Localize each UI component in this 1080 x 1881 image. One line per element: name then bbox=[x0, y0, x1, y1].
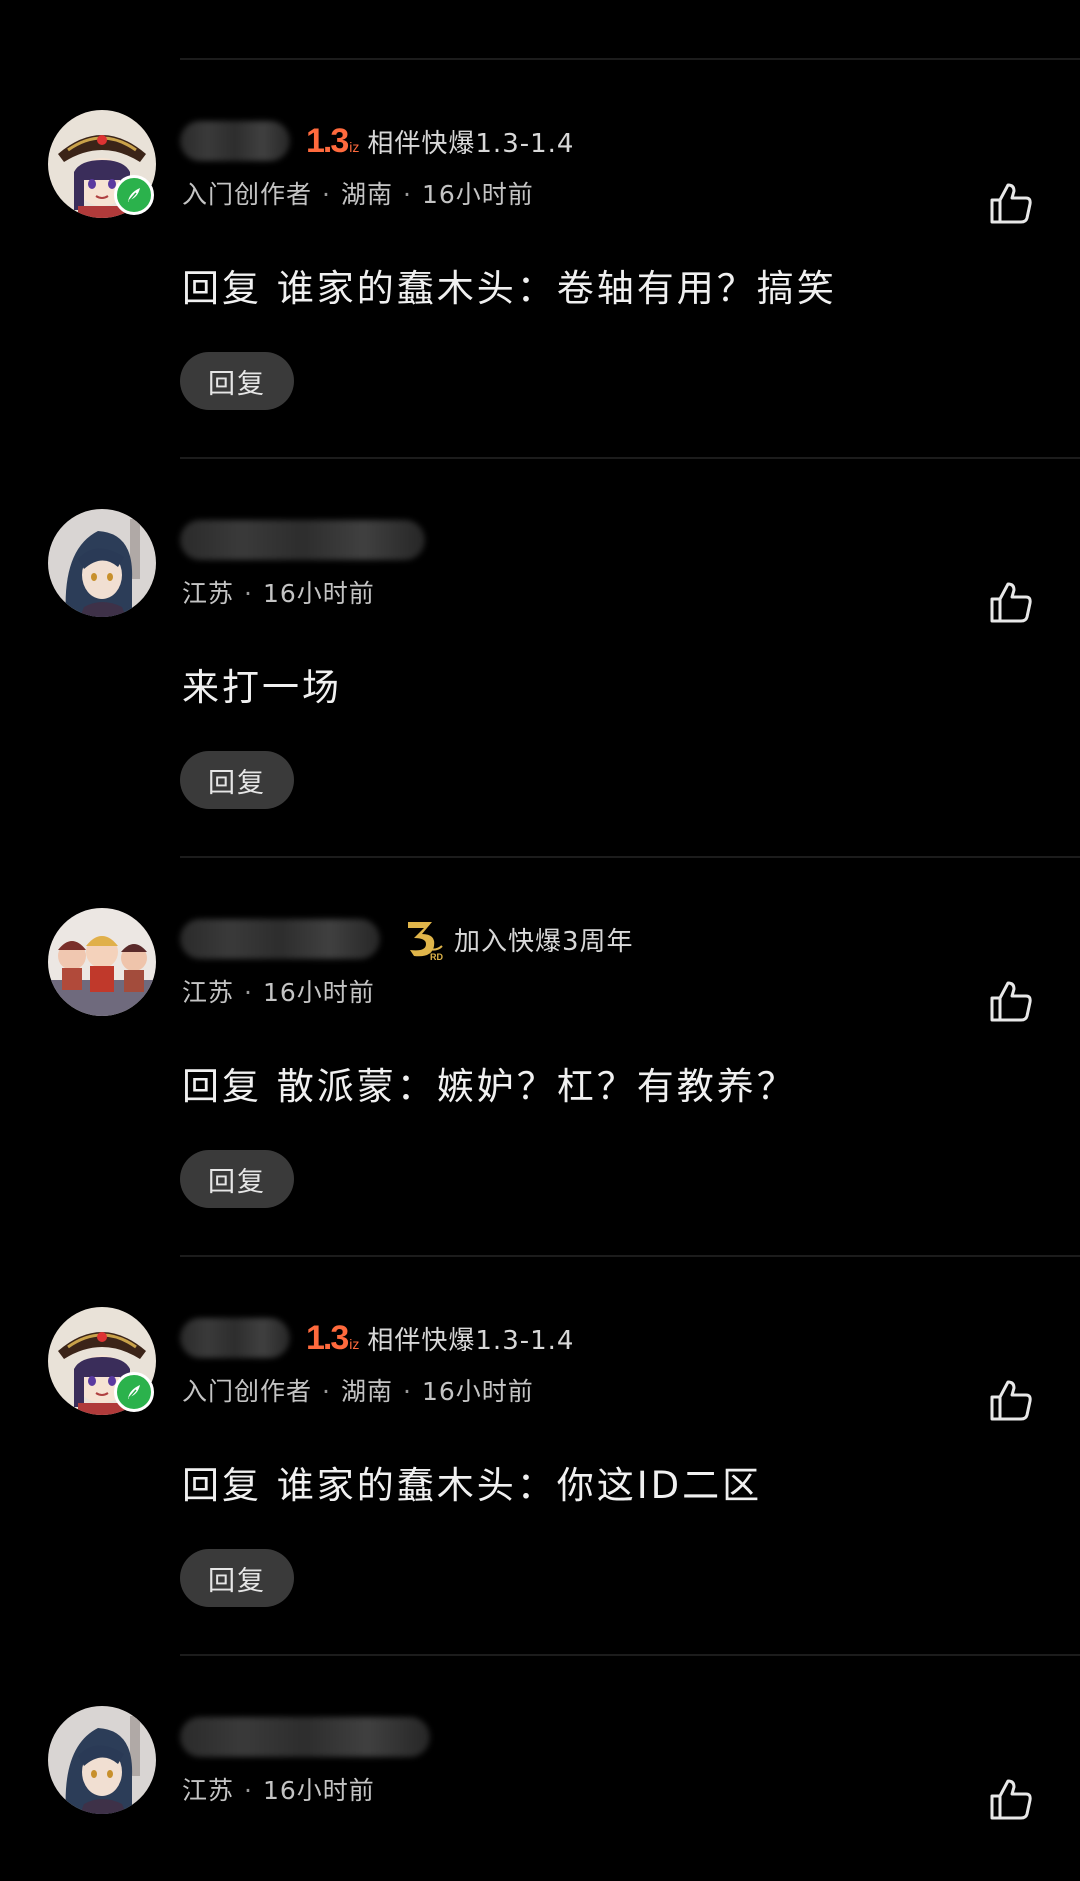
anime-blue-hair-avatar-icon bbox=[48, 1706, 156, 1814]
username-redacted[interactable] bbox=[180, 1318, 290, 1358]
location: 湖南 bbox=[340, 1377, 393, 1406]
comment-text: 回复 谁家的蠢木头：你这ID二区 bbox=[182, 1464, 763, 1507]
version-badge: 1.3 iz bbox=[306, 122, 359, 161]
avatar[interactable] bbox=[48, 1706, 156, 1814]
version-badge: 1.3 iz bbox=[306, 1319, 359, 1358]
username-redacted[interactable] bbox=[180, 520, 425, 560]
location: 江苏 bbox=[182, 579, 235, 608]
location: 江苏 bbox=[182, 978, 235, 1007]
comment-item: RD 加入快爆3周年 江苏 · 16小时前 回复 散派蒙：嫉妒？杠？有教养？ 回复 bbox=[0, 858, 1080, 1257]
timestamp: 16小时前 bbox=[262, 1776, 375, 1805]
version-badge-unit: iz bbox=[349, 1335, 360, 1352]
comment-item: 1.3 iz 相伴快爆1.3-1.4 入门创作者 · 湖南 · 16小时前 回复 谁家的… bbox=[0, 60, 1080, 459]
comment-text: 来打一场 bbox=[182, 666, 342, 709]
comment-item: 1.3 iz 相伴快爆1.3-1.4 入门创作者 · 湖南 · 16小时前 回复 谁家的… bbox=[0, 1257, 1080, 1656]
thumbs-up-icon[interactable] bbox=[988, 1377, 1034, 1423]
thumbs-up-icon[interactable] bbox=[988, 978, 1034, 1024]
timestamp: 16小时前 bbox=[421, 1377, 534, 1406]
svg-text:RD: RD bbox=[430, 952, 443, 962]
comment-meta: 江苏 · 16小时前 bbox=[182, 978, 375, 1007]
reply-button[interactable]: 回复 bbox=[180, 1549, 294, 1607]
reply-button[interactable]: 回复 bbox=[180, 751, 294, 809]
avatar[interactable] bbox=[48, 509, 156, 617]
thumbs-up-icon[interactable] bbox=[988, 579, 1034, 625]
figurines-avatar-icon bbox=[48, 908, 156, 1016]
comment-meta: 江苏 · 16小时前 bbox=[182, 1776, 375, 1805]
creator-role: 入门创作者 bbox=[182, 180, 313, 209]
badge-text: 相伴快爆1.3-1.4 bbox=[367, 1325, 575, 1356]
badge-text: 相伴快爆1.3-1.4 bbox=[367, 128, 575, 159]
version-badge-number: 1.3 bbox=[306, 121, 349, 160]
name-row: 1.3 iz 相伴快爆1.3-1.4 bbox=[180, 116, 574, 166]
avatar[interactable] bbox=[48, 908, 156, 1016]
username-redacted[interactable] bbox=[180, 919, 380, 959]
comment-meta: 江苏 · 16小时前 bbox=[182, 579, 375, 608]
comment-item: 江苏 · 16小时前 来打一场 回复 bbox=[0, 459, 1080, 858]
timestamp: 16小时前 bbox=[262, 978, 375, 1007]
comment-item: 江苏 · 16小时前 bbox=[0, 1656, 1080, 1881]
username-redacted[interactable] bbox=[180, 1717, 430, 1757]
location: 江苏 bbox=[182, 1776, 235, 1805]
name-row: RD 加入快爆3周年 bbox=[180, 914, 634, 964]
comment-text: 回复 散派蒙：嫉妒？杠？有教养？ bbox=[182, 1065, 797, 1108]
version-badge-unit: iz bbox=[349, 138, 360, 155]
anime-blue-hair-avatar-icon bbox=[48, 509, 156, 617]
reply-button[interactable]: 回复 bbox=[180, 1150, 294, 1208]
badge-text: 加入快爆3周年 bbox=[454, 926, 634, 957]
creator-badge-icon bbox=[114, 1372, 154, 1412]
comment-meta: 入门创作者 · 湖南 · 16小时前 bbox=[182, 1377, 534, 1406]
name-row bbox=[180, 1712, 442, 1762]
comment-text: 回复 谁家的蠢木头：卷轴有用？搞笑 bbox=[182, 267, 837, 310]
reply-button[interactable]: 回复 bbox=[180, 352, 294, 410]
name-row: 1.3 iz 相伴快爆1.3-1.4 bbox=[180, 1313, 574, 1363]
comment-meta: 入门创作者 · 湖南 · 16小时前 bbox=[182, 180, 534, 209]
creator-badge-icon bbox=[114, 175, 154, 215]
thumbs-up-icon[interactable] bbox=[988, 1776, 1034, 1822]
thumbs-up-icon[interactable] bbox=[988, 180, 1034, 226]
name-row bbox=[180, 515, 437, 565]
timestamp: 16小时前 bbox=[262, 579, 375, 608]
anniversary-3rd-icon: RD bbox=[400, 916, 446, 962]
version-badge-number: 1.3 bbox=[306, 1318, 349, 1357]
location: 湖南 bbox=[340, 180, 393, 209]
creator-role: 入门创作者 bbox=[182, 1377, 313, 1406]
username-redacted[interactable] bbox=[180, 121, 290, 161]
timestamp: 16小时前 bbox=[421, 180, 534, 209]
